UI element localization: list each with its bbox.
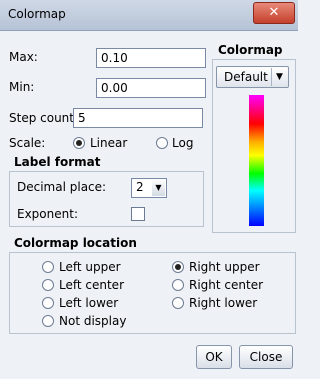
- min-input[interactable]: 0.00: [96, 78, 206, 98]
- close-button-label: Close: [249, 350, 283, 364]
- location-right-center-radio[interactable]: [172, 279, 184, 291]
- location-right-center-label: Right center: [189, 278, 264, 292]
- close-icon: ✕: [268, 5, 280, 20]
- exponent-checkbox[interactable]: [131, 207, 145, 221]
- decimal-place-select[interactable]: 2 ▼: [131, 178, 167, 198]
- exponent-label: Exponent:: [17, 207, 78, 221]
- step-count-value: 5: [78, 111, 86, 125]
- colormap-panel-title: Colormap: [218, 43, 283, 57]
- location-left-lower-label: Left lower: [59, 296, 119, 310]
- close-button[interactable]: Close: [239, 345, 293, 369]
- location-left-center-radio[interactable]: [42, 279, 54, 291]
- ok-button[interactable]: OK: [196, 345, 232, 369]
- colormap-color-bar: [249, 95, 264, 226]
- location-left-upper-label: Left upper: [59, 260, 121, 274]
- colormap-dialog: Colormap ✕ Max: 0.10 Min: 0.00 Step coun…: [0, 0, 298, 379]
- step-count-input[interactable]: 5: [73, 108, 203, 128]
- location-not-display-label: Not display: [59, 314, 127, 328]
- label-format-title: Label format: [14, 155, 101, 169]
- chevron-down-icon: ▼: [271, 68, 287, 86]
- chevron-down-icon: ▼: [152, 180, 165, 196]
- colormap-select-value: Default: [224, 70, 268, 84]
- decimal-place-label: Decimal place:: [17, 180, 107, 194]
- location-right-lower-radio[interactable]: [172, 297, 184, 309]
- location-left-center-label: Left center: [59, 278, 124, 292]
- scale-log-radio[interactable]: [156, 137, 168, 149]
- window-close-button[interactable]: ✕: [253, 2, 295, 24]
- colormap-select[interactable]: Default ▼: [216, 66, 289, 88]
- scale-label: Scale:: [9, 136, 46, 150]
- min-value: 0.00: [101, 81, 128, 95]
- location-left-upper-radio[interactable]: [42, 261, 54, 273]
- location-left-lower-radio[interactable]: [42, 297, 54, 309]
- window-title: Colormap: [8, 7, 66, 21]
- max-input[interactable]: 0.10: [96, 48, 206, 68]
- title-bar[interactable]: Colormap ✕: [0, 0, 298, 31]
- location-not-display-radio[interactable]: [42, 315, 54, 327]
- decimal-place-value: 2: [136, 180, 144, 194]
- max-value: 0.10: [101, 51, 128, 65]
- location-right-upper-radio[interactable]: [172, 261, 184, 273]
- min-label: Min:: [9, 80, 35, 94]
- scale-linear-radio[interactable]: [73, 137, 85, 149]
- location-right-lower-label: Right lower: [189, 296, 258, 310]
- scale-log-label: Log: [172, 136, 194, 150]
- colormap-location-title: Colormap location: [14, 236, 137, 250]
- max-label: Max:: [9, 50, 38, 64]
- location-right-upper-label: Right upper: [189, 260, 260, 274]
- ok-button-label: OK: [205, 350, 223, 364]
- scale-linear-label: Linear: [90, 136, 128, 150]
- step-count-label: Step count:: [9, 111, 79, 125]
